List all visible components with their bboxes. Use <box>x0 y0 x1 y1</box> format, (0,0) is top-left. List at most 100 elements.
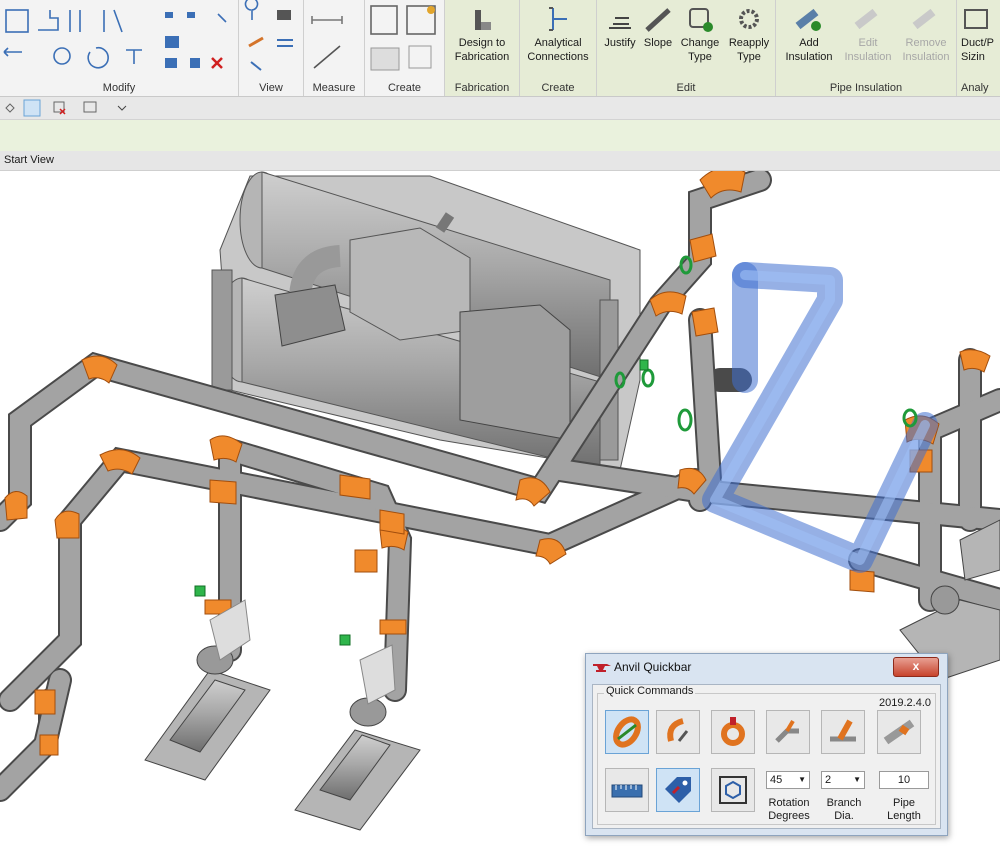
ring-hanger-icon <box>613 716 641 748</box>
branch-diameter-label: Branch Dia. <box>819 797 869 823</box>
sizing-icon <box>964 9 988 29</box>
view-panel: View <box>239 0 304 96</box>
change-type-button[interactable]: Change Type <box>677 4 723 64</box>
rotate-fitting-button[interactable] <box>766 710 810 754</box>
paint-icon <box>248 36 264 48</box>
rotation-degrees-value: 45 <box>770 774 783 786</box>
measure-tools <box>311 16 343 69</box>
place-hanger-button[interactable] <box>605 710 649 754</box>
elbow-rotate-icon <box>775 719 799 743</box>
design-to-fab-label-1: Design to <box>458 37 506 49</box>
selected-pipe-loop[interactable] <box>702 262 938 573</box>
dropdown-arrow-icon: ▼ <box>798 775 806 784</box>
design-to-fabrication-button[interactable]: Design to Fabrication <box>449 4 515 64</box>
tag-icon <box>665 777 691 803</box>
modify-tools <box>3 9 227 69</box>
edit-insulation-label-2: Insulation <box>844 51 892 63</box>
pipe-length-input[interactable]: 10 <box>879 771 929 789</box>
quick-access-toolbar <box>0 97 1000 120</box>
chevron-down-icon <box>117 105 127 111</box>
duct-pipe-sizing-button[interactable]: Duct/P Sizin <box>961 4 1000 64</box>
rotate-icon <box>87 46 109 69</box>
analysis-panel: Duct/P Sizin Analy <box>957 0 1000 96</box>
clevis-icon <box>667 718 689 742</box>
reapply-type-button[interactable]: Reapply Type <box>725 4 773 64</box>
align-icon <box>5 9 29 33</box>
analytical-connection-icon <box>549 7 567 31</box>
unpin-icon <box>190 58 200 68</box>
pipe-label-line-2: Length <box>887 810 921 822</box>
slope-button[interactable]: Slope <box>641 4 675 50</box>
qat-icons <box>5 99 127 117</box>
panel-label-analysis: Analy <box>961 82 989 94</box>
measure-button[interactable] <box>605 768 649 812</box>
mirror-draw-icon <box>103 9 123 33</box>
panel-label-modify: Modify <box>102 82 136 94</box>
edit-panel: Justify Slope Change Type Reapply Type E… <box>597 0 776 96</box>
panel-label-measure: Measure <box>312 82 356 94</box>
analytical-panel: Analytical Connections Create <box>520 0 597 96</box>
delete-icon <box>211 57 223 69</box>
split-icon <box>165 12 173 18</box>
ribbon: Modify View Measure Create Design to Fab… <box>0 0 1000 97</box>
tag-button[interactable] <box>656 768 700 812</box>
add-insulation-label-2: Insulation <box>785 51 833 63</box>
version-label: 2019.2.4.0 <box>879 697 931 709</box>
rotation-degrees-select[interactable]: 45 ▼ <box>766 771 810 789</box>
analytical-label-1: Analytical <box>534 37 582 49</box>
isometric-view-button[interactable] <box>711 768 755 812</box>
fabrication-panel: Design to Fabrication Fabrication <box>445 0 520 96</box>
properties-icon <box>23 99 41 117</box>
scale-icon <box>165 58 177 68</box>
analytical-label-2: Connections <box>527 51 589 63</box>
pipe-label-line-1: Pipe <box>892 797 916 809</box>
panel-label-pipe-insulation: Pipe Insulation <box>829 82 903 94</box>
branch-fitting-button[interactable] <box>821 710 865 754</box>
edit-insulation-icon <box>854 8 878 30</box>
panel-label-view: View <box>259 82 283 94</box>
branch-diameter-select[interactable]: 2 ▼ <box>821 771 865 789</box>
add-insulation-button[interactable]: Add Insulation <box>778 4 840 64</box>
view-tools <box>244 0 293 71</box>
justify-button[interactable]: Justify <box>599 4 641 50</box>
branch-label-line-1: Branch <box>826 797 862 809</box>
remove-insulation-button[interactable]: Remove Insulation <box>896 4 956 64</box>
panel-label-fabrication: Fabrication <box>454 82 510 94</box>
array-icon <box>165 36 179 48</box>
create-parts-icon <box>370 47 400 71</box>
change-type-label-1: Change <box>680 37 720 49</box>
analytical-connections-button[interactable]: Analytical Connections <box>524 4 592 64</box>
edit-insulation-button[interactable]: Edit Insulation <box>838 4 898 64</box>
riser-clamp-button[interactable] <box>711 710 755 754</box>
mirror-pick-icon <box>69 10 81 32</box>
trim-icon <box>126 49 142 64</box>
pin-icon <box>217 13 227 23</box>
window-icon <box>83 101 97 113</box>
move-icon <box>3 47 22 57</box>
quickbar-titlebar[interactable]: Anvil Quickbar x <box>586 654 947 680</box>
quickbar-body: Quick Commands 2019.2.4.0 45 ▼ 2 ▼ 10 Ro… <box>592 684 941 829</box>
quick-commands-group: Quick Commands 2019.2.4.0 45 ▼ 2 ▼ 10 Ro… <box>597 685 936 825</box>
reapply-label-1: Reapply <box>728 37 770 49</box>
remove-insulation-label-1: Remove <box>905 37 947 49</box>
slope-icon <box>645 8 671 32</box>
create-tools <box>370 5 436 71</box>
hide-icon <box>250 61 262 71</box>
pump-left[interactable] <box>144 599 271 781</box>
gear-icon <box>739 9 759 29</box>
measure-icon <box>311 16 343 24</box>
fabrication-icon <box>475 10 491 30</box>
create-group-icon <box>370 5 398 35</box>
panel-label-create: Create <box>387 82 422 94</box>
offset-icon <box>38 10 59 31</box>
tee-branch-icon <box>830 719 856 742</box>
close-button[interactable]: x <box>893 657 939 677</box>
panel-label-edit: Edit <box>676 82 696 94</box>
pipe-length-button[interactable] <box>877 710 921 754</box>
clevis-hanger-button[interactable] <box>656 710 700 754</box>
tab-start-view[interactable]: Start View <box>4 154 54 166</box>
remove-insulation-label-2: Insulation <box>902 51 950 63</box>
create-panel: Create <box>365 0 445 96</box>
dimension-icon <box>313 45 341 69</box>
cube-view-icon <box>719 776 747 804</box>
